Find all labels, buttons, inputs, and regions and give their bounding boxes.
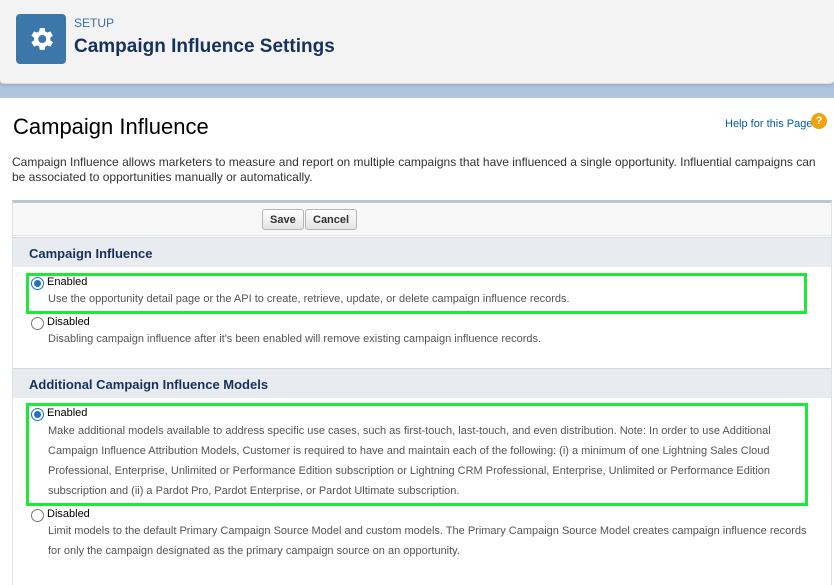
- option-description: Limit models to the default Primary Camp…: [48, 525, 807, 557]
- gear-icon: [16, 14, 66, 64]
- help-link[interactable]: Help for this Page: [725, 118, 812, 130]
- settings-panel: Save Cancel Campaign Influence Enabled U…: [12, 200, 832, 585]
- campaign-influence-enabled-radio[interactable]: [31, 277, 44, 290]
- section-title: Campaign Influence: [29, 246, 153, 261]
- additional-models-enabled-radio[interactable]: [31, 408, 44, 421]
- option-description: Disabling campaign influence after it's …: [48, 333, 542, 345]
- additional-models-disabled-radio[interactable]: [31, 509, 44, 522]
- section-header-campaign-influence: Campaign Influence: [13, 237, 831, 267]
- section-title: Additional Campaign Influence Models: [29, 377, 269, 392]
- question-icon[interactable]: ?: [811, 113, 827, 129]
- option-label: Disabled: [47, 316, 90, 328]
- option-label: Enabled: [47, 407, 88, 419]
- option-description: Make additional models available to addr…: [48, 425, 771, 497]
- section-header-additional-models: Additional Campaign Influence Models: [13, 368, 831, 398]
- page-title: Campaign Influence Settings: [74, 36, 335, 57]
- cancel-button[interactable]: Cancel: [305, 209, 358, 230]
- section-heading: Campaign Influence: [13, 114, 209, 139]
- save-button[interactable]: Save: [262, 209, 304, 230]
- button-bar: Save Cancel: [13, 203, 831, 236]
- option-label: Enabled: [47, 276, 88, 288]
- main-content: Campaign Influence Help for this Page ? …: [0, 98, 834, 585]
- breadcrumb[interactable]: SETUP: [74, 16, 114, 30]
- option-label: Disabled: [47, 508, 90, 520]
- intro-text: Campaign Influence allows marketers to m…: [12, 155, 816, 184]
- option-description: Use the opportunity detail page or the A…: [48, 293, 570, 305]
- page-header: SETUP Campaign Influence Settings: [0, 0, 834, 84]
- campaign-influence-disabled-radio[interactable]: [31, 317, 44, 330]
